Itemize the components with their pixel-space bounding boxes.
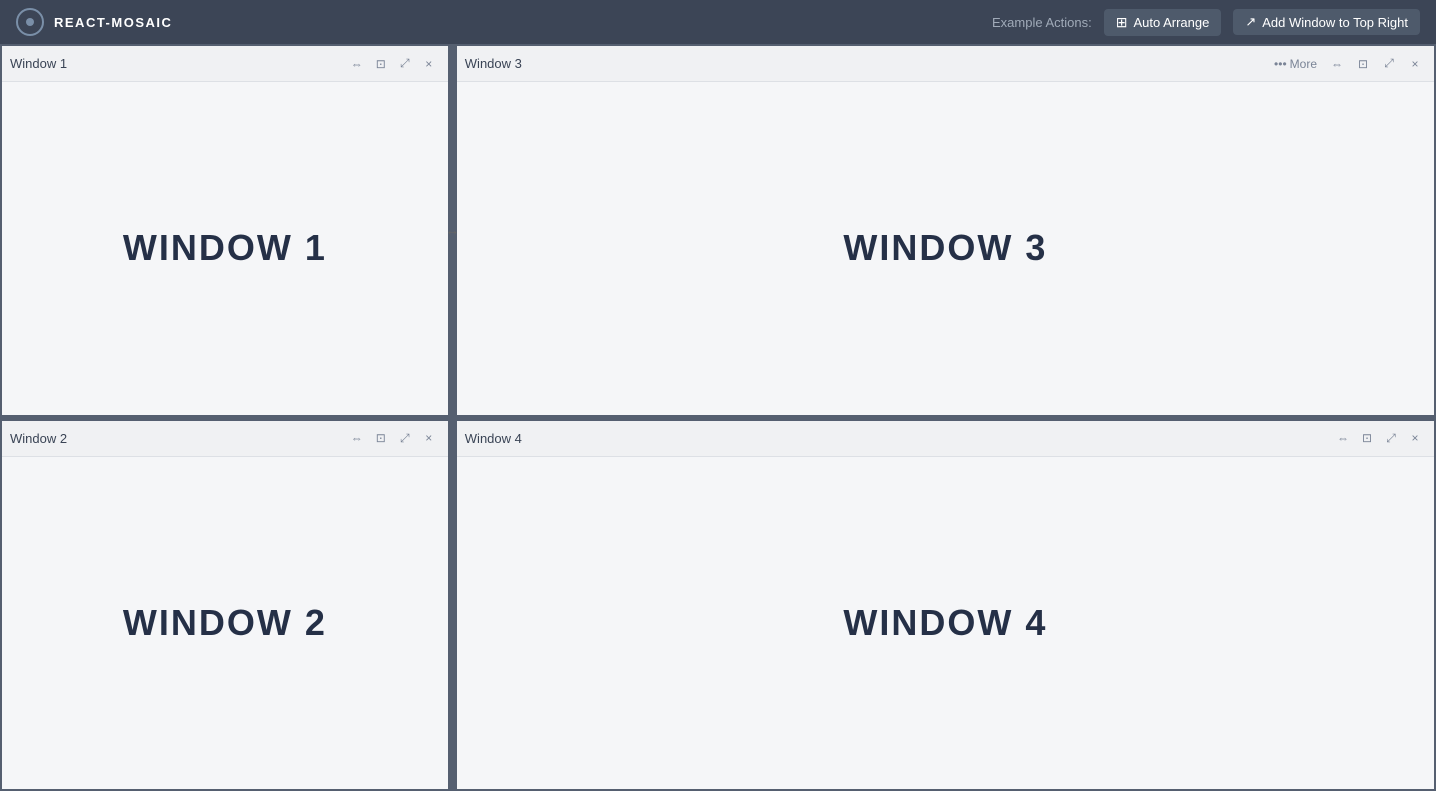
split-h-icon: ⇔ (351, 57, 363, 71)
window-1-content: WINDOW 1 (2, 82, 448, 415)
window-3-more-button[interactable]: ••• More (1269, 54, 1322, 74)
window-2-close-button[interactable]: × (418, 427, 440, 449)
vertical-resize-handle[interactable] (2, 417, 1434, 419)
expand-icon: ⤢ (1386, 431, 1396, 446)
close-icon: × (1411, 57, 1418, 71)
more-dots-icon: ••• (1274, 57, 1287, 71)
horizontal-resize-handle-top[interactable]: ↔ (450, 46, 455, 415)
window-1-label: WINDOW 1 (123, 227, 327, 269)
frame-icon: ⊡ (376, 431, 386, 445)
auto-arrange-button[interactable]: ⊞ Auto Arrange (1104, 9, 1222, 36)
window-4-close-button[interactable]: × (1404, 427, 1426, 449)
window-4-label: WINDOW 4 (843, 602, 1047, 644)
horizontal-resize-handle-bottom[interactable] (450, 421, 455, 790)
mosaic-bottom-row: Window 2 ⇔ ⊡ ⤢ × WINDOW (2, 421, 1434, 790)
window-pane-1: Window 1 ⇔ ⊡ ⤢ × WINDOW (2, 46, 448, 415)
split-h-icon: ⇔ (351, 431, 363, 445)
window-1-split-button[interactable]: ⇔ (346, 53, 368, 75)
window-pane-3: Window 3 ••• More ⇔ ⊡ ⤢ (457, 46, 1434, 415)
add-window-label: Add Window to Top Right (1262, 15, 1408, 30)
window-pane-4: Window 4 ⇔ ⊡ ⤢ × WINDOW (457, 421, 1434, 790)
window-2-split-button[interactable]: ⇔ (346, 427, 368, 449)
expand-icon: ⤢ (1384, 56, 1394, 71)
window-3-close-button[interactable]: × (1404, 53, 1426, 75)
window-3-label: WINDOW 3 (843, 227, 1047, 269)
window-3-content: WINDOW 3 (457, 82, 1434, 415)
close-icon: × (425, 431, 432, 445)
split-h-icon: ⇔ (1331, 57, 1343, 71)
close-icon: × (425, 57, 432, 71)
grid-icon: ⊞ (1116, 14, 1128, 31)
window-4-controls: ⇔ ⊡ ⤢ × (1332, 427, 1426, 449)
window-2-expand-button[interactable]: ⤢ (394, 427, 416, 449)
window-1-titlebar: Window 1 ⇔ ⊡ ⤢ × (2, 46, 448, 82)
logo-area: REACT-MOSAIC (16, 8, 172, 36)
window-3-titlebar: Window 3 ••• More ⇔ ⊡ ⤢ (457, 46, 1434, 82)
window-3-split-button[interactable]: ⇔ (1326, 53, 1348, 75)
window-2-title: Window 2 (10, 431, 346, 446)
logo-icon (16, 8, 44, 36)
window-1-expand-button[interactable]: ⤢ (394, 53, 416, 75)
frame-icon: ⊡ (376, 57, 386, 71)
add-window-button[interactable]: ↗ Add Window to Top Right (1233, 9, 1420, 35)
window-3-controls: ••• More ⇔ ⊡ ⤢ × (1269, 53, 1426, 75)
more-label: More (1290, 57, 1317, 71)
window-2-controls: ⇔ ⊡ ⤢ × (346, 427, 440, 449)
window-1-frame-button[interactable]: ⊡ (370, 53, 392, 75)
window-pane-2: Window 2 ⇔ ⊡ ⤢ × WINDOW (2, 421, 448, 790)
window-4-content: WINDOW 4 (457, 457, 1434, 790)
window-4-frame-button[interactable]: ⊡ (1356, 427, 1378, 449)
window-1-controls: ⇔ ⊡ ⤢ × (346, 53, 440, 75)
window-1-title: Window 1 (10, 56, 346, 71)
mosaic-area: Window 1 ⇔ ⊡ ⤢ × WINDOW (0, 44, 1436, 791)
frame-icon: ⊡ (1362, 431, 1372, 445)
window-4-split-button[interactable]: ⇔ (1332, 427, 1354, 449)
window-4-title: Window 4 (465, 431, 1332, 446)
expand-icon: ⤢ (400, 56, 410, 71)
expand-icon: ⤢ (400, 431, 410, 446)
window-4-titlebar: Window 4 ⇔ ⊡ ⤢ × (457, 421, 1434, 457)
app-title: REACT-MOSAIC (54, 15, 172, 30)
mosaic-top-row: Window 1 ⇔ ⊡ ⤢ × WINDOW (2, 46, 1434, 415)
window-4-expand-button[interactable]: ⤢ (1380, 427, 1402, 449)
window-3-title: Window 3 (465, 56, 1269, 71)
auto-arrange-label: Auto Arrange (1133, 15, 1209, 30)
frame-icon: ⊡ (1358, 57, 1368, 71)
window-2-content: WINDOW 2 (2, 457, 448, 790)
split-h-icon: ⇔ (1337, 431, 1349, 445)
arrow-out-icon: ↗ (1245, 14, 1256, 30)
toolbar: REACT-MOSAIC Example Actions: ⊞ Auto Arr… (0, 0, 1436, 44)
window-2-frame-button[interactable]: ⊡ (370, 427, 392, 449)
example-actions-label: Example Actions: (992, 15, 1092, 30)
window-1-close-button[interactable]: × (418, 53, 440, 75)
window-3-expand-button[interactable]: ⤢ (1378, 53, 1400, 75)
window-2-label: WINDOW 2 (123, 602, 327, 644)
window-2-titlebar: Window 2 ⇔ ⊡ ⤢ × (2, 421, 448, 457)
close-icon: × (1411, 431, 1418, 445)
window-3-frame-button[interactable]: ⊡ (1352, 53, 1374, 75)
